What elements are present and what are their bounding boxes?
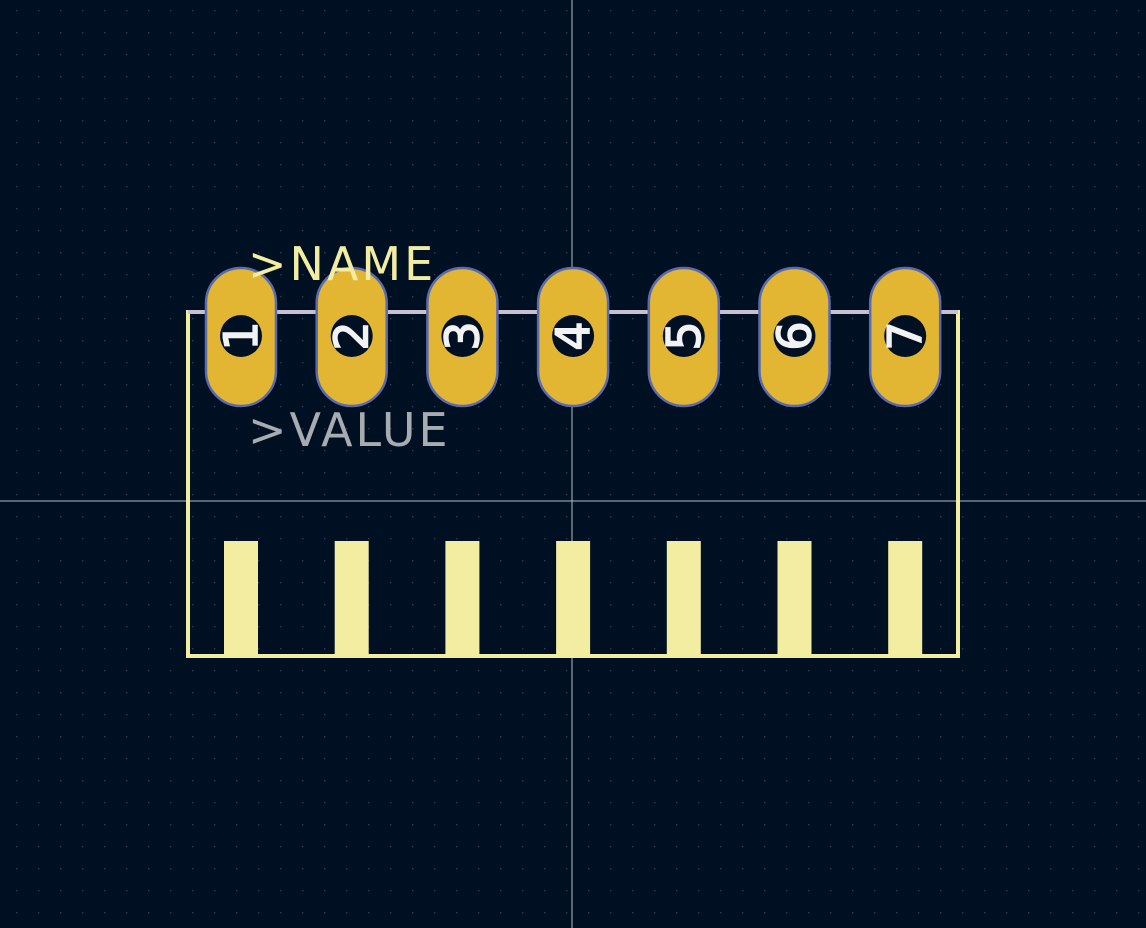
reference-name-label[interactable]: >NAME [248, 237, 436, 291]
pin-bar-1 [224, 541, 258, 656]
pad-number-label: 2 [325, 321, 379, 350]
pin-bar-2 [334, 541, 369, 656]
reference-value-label[interactable]: >VALUE [248, 403, 451, 457]
pad-5[interactable]: 5 [647, 266, 721, 408]
pin-bar-4 [556, 541, 591, 656]
pad-4[interactable]: 4 [536, 266, 610, 408]
pin-bar-7 [888, 541, 923, 656]
pad-number-label: 3 [435, 321, 489, 350]
pad-6[interactable]: 6 [758, 266, 831, 408]
pin-bar-6 [777, 541, 812, 656]
pad-7[interactable]: 7 [868, 266, 942, 408]
pad-3[interactable]: 3 [426, 266, 499, 408]
pin-bar-5 [666, 541, 701, 656]
pad-number-label: 1 [214, 321, 268, 350]
pad-number-label: 7 [878, 321, 932, 350]
pcb-footprint-canvas[interactable]: 1 2 3 4 5 6 7 >NAME >VALUE [0, 0, 1146, 928]
pad-number-label: 4 [546, 321, 600, 350]
pad-number-label: 6 [768, 321, 822, 350]
pin-bar-3 [445, 541, 480, 656]
canvas-background [0, 0, 1146, 928]
pad-number-label: 5 [657, 321, 711, 350]
